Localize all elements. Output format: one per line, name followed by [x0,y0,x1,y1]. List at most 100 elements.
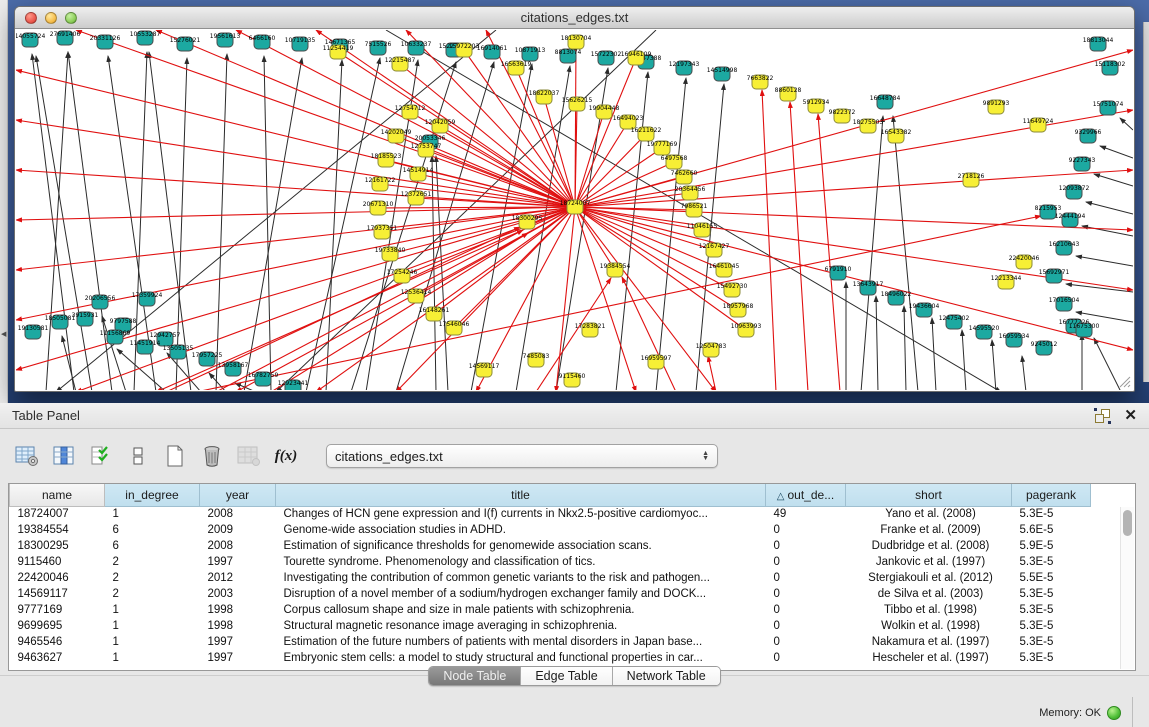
table-cell[interactable]: 5.3E-5 [1012,586,1091,602]
table-cell[interactable]: 6 [105,538,200,554]
graph-node[interactable]: 12213344 [991,275,1022,289]
graph-node[interactable]: 10553287 [130,31,161,45]
graph-node[interactable]: 17937351 [367,225,398,239]
graph-node[interactable]: 6791910 [825,266,852,280]
table-cell[interactable]: Stergiakouli et al. (2012) [846,570,1012,586]
table-cell[interactable]: 1997 [200,650,276,666]
table-cell[interactable]: 5.3E-5 [1012,554,1091,570]
graph-node[interactable]: 9227343 [1069,157,1096,171]
table-cell[interactable]: 2 [105,570,200,586]
citation-edge-black[interactable] [46,52,68,390]
table-cell[interactable]: Embryonic stem cells: a model to study s… [276,650,766,666]
graph-node[interactable]: 20331126 [90,35,121,49]
graph-node[interactable]: 17359924 [132,292,163,306]
table-cell[interactable]: 1998 [200,618,276,634]
citation-edge-black[interactable] [992,340,996,390]
graph-node[interactable]: 7663822 [747,75,774,89]
graph-node[interactable]: 16959534 [999,333,1030,347]
table-row[interactable]: 1872400712008Changes of HCN gene express… [10,506,1091,522]
table-cell[interactable]: 0 [766,618,846,634]
graph-node[interactable]: 12197343 [669,61,700,75]
table-cell[interactable]: Nakamura et al. (1997) [846,634,1012,650]
graph-node[interactable]: 14595520 [969,325,1000,339]
table-cell[interactable]: Disruption of a novel member of a sodium… [276,586,766,602]
table-cell[interactable]: Wolkin et al. (1998) [846,618,1012,634]
table-cell[interactable]: Yano et al. (2008) [846,506,1012,522]
memory-ok-indicator-icon[interactable] [1107,706,1121,720]
table-cell[interactable]: 9777169 [10,602,105,618]
table-cell[interactable]: 5.9E-5 [1012,538,1091,554]
citation-edge-red[interactable] [390,207,575,254]
citation-edge-red[interactable] [708,356,716,390]
table-row[interactable]: 911546021997Tourette syndrome. Phenomeno… [10,554,1091,570]
table-cell[interactable]: 5.3E-5 [1012,650,1091,666]
table-cell[interactable]: 49 [766,506,846,522]
citation-edge-red[interactable] [16,170,575,207]
table-cell[interactable]: 0 [766,634,846,650]
table-row[interactable]: 969969511998Structural magnetic resonanc… [10,618,1091,634]
table-cell[interactable]: 18300295 [10,538,105,554]
graph-node[interactable]: 12754712 [395,105,426,119]
citation-edge-red[interactable] [575,170,1133,207]
graph-node[interactable]: 14569117 [469,363,500,377]
table-cell[interactable]: 5.3E-5 [1012,618,1091,634]
citation-edge-black[interactable] [932,318,936,390]
tab-node-table[interactable]: Node Table [429,667,520,685]
table-cell[interactable]: 2008 [200,506,276,522]
table-cell[interactable]: de Silva et al. (2003) [846,586,1012,602]
table-cell[interactable]: 2003 [200,586,276,602]
table-options-icon[interactable] [14,443,40,469]
citation-edge-black[interactable] [1082,226,1133,236]
graph-node[interactable]: 11156869 [100,330,131,344]
table-cell[interactable]: Franke et al. (2009) [846,522,1012,538]
citation-edge-black[interactable] [32,54,74,390]
graph-node[interactable]: 10633237 [401,41,432,55]
citation-edge-black[interactable] [1120,118,1133,130]
zoom-window-icon[interactable] [65,12,77,24]
table-cell[interactable]: 0 [766,586,846,602]
table-cell[interactable]: 2 [105,554,200,570]
graph-node[interactable]: 18822037 [529,90,560,104]
column-checklist-icon[interactable] [88,443,114,469]
table-cell[interactable]: 1997 [200,554,276,570]
graph-node[interactable]: 27691406 [50,31,81,45]
graph-node[interactable]: 10871913 [515,47,546,61]
table-cell[interactable]: 5.3E-5 [1012,634,1091,650]
graph-node[interactable]: 5912934 [803,99,830,113]
citation-edge-black[interactable] [904,306,906,390]
citation-edge-black[interactable] [876,296,878,390]
graph-node[interactable]: 17283821 [575,323,606,337]
table-cell[interactable]: 1998 [200,602,276,618]
graph-node[interactable]: 13505135 [163,345,194,359]
function-builder-icon[interactable]: f(x) [273,443,299,469]
table-cell[interactable]: 2009 [200,522,276,538]
table-cell[interactable]: 22420046 [10,570,105,586]
graph-node[interactable]: 15492730 [717,283,748,297]
table-cell[interactable]: 5.5E-5 [1012,570,1091,586]
column-header-year[interactable]: year [200,484,276,506]
graph-node[interactable]: 18275503 [853,119,884,133]
column-header-pagerank[interactable]: pagerank [1012,484,1091,506]
show-column-icon[interactable] [51,443,77,469]
graph-node[interactable]: 7485083 [523,353,550,367]
citation-edge-black[interactable] [176,58,187,390]
table-cell[interactable]: 0 [766,554,846,570]
table-row[interactable]: 1456911722003Disruption of a novel membe… [10,586,1091,602]
graph-node[interactable]: 16914061 [477,45,508,59]
citation-edge-black[interactable] [117,349,166,390]
graph-node[interactable]: 8813074 [555,49,582,63]
citation-edge-black[interactable] [1076,256,1133,266]
table-row[interactable]: 2242004622012Investigating the contribut… [10,570,1091,586]
graph-node[interactable]: 16461045 [709,263,740,277]
graph-node[interactable]: 19561613 [210,33,241,47]
delete-column-icon[interactable] [199,443,225,469]
graph-node[interactable]: 9245012 [1031,341,1058,355]
table-row[interactable]: 946362711997Embryonic stem cells: a mode… [10,650,1091,666]
table-cell[interactable]: 0 [766,570,846,586]
graph-node[interactable]: 15722302 [591,51,622,65]
graph-node[interactable]: 6497568 [661,155,688,169]
graph-node[interactable]: 3915931 [72,312,99,326]
graph-node[interactable]: 8860128 [775,87,802,101]
graph-node[interactable]: 15118302 [1095,61,1126,75]
table-cell[interactable]: 19384554 [10,522,105,538]
